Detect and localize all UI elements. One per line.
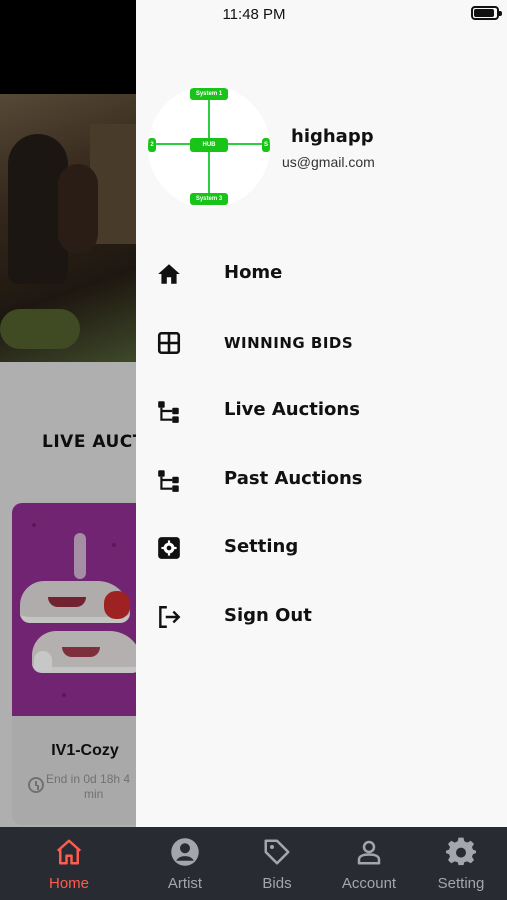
menu-item-label: Live Auctions — [224, 399, 360, 420]
nav-tab-label: Account — [341, 875, 397, 892]
menu-item-label: Sign Out — [224, 605, 312, 626]
home-icon — [158, 264, 180, 284]
gear-icon — [446, 837, 476, 866]
avatar-node-bottom: System 3 — [190, 193, 228, 205]
nav-tab-label: Home — [48, 875, 89, 892]
user-name: highapp — [291, 126, 374, 147]
menu-item-label: Home — [224, 262, 283, 283]
avatar-node-right: S — [262, 138, 270, 152]
tag-icon — [264, 839, 290, 865]
nav-tab-artist[interactable]: Artist — [139, 827, 231, 900]
nav-tab-label: Bids — [262, 875, 292, 892]
avatar-node-top: System 1 — [190, 88, 228, 100]
nav-tab-label: Setting — [437, 875, 485, 892]
status-bar-time: 11:48 PM — [222, 6, 286, 23]
nav-tab-label: Artist — [167, 875, 203, 892]
menu-item-label: Setting — [224, 536, 299, 557]
tree-icon — [158, 401, 179, 423]
nav-tab-account[interactable]: Account — [323, 827, 415, 900]
battery-icon — [471, 6, 502, 20]
user-email: us@gmail.com — [282, 154, 375, 170]
menu-item-label: WINNING BIDS — [224, 334, 354, 352]
avatar-node-hub: HUB — [190, 138, 228, 152]
menu-item-label: Past Auctions — [224, 468, 363, 489]
logout-icon — [159, 606, 181, 628]
bottom-navigation-bar: Home Artist Bids Account Setting — [0, 827, 507, 900]
menu-item-sign-out[interactable]: Sign Out — [136, 592, 507, 640]
menu-item-past-auctions[interactable]: Past Auctions — [136, 455, 507, 503]
menu-item-live-auctions[interactable]: Live Auctions — [136, 386, 507, 434]
home-icon — [56, 839, 82, 865]
grid-icon — [157, 331, 181, 355]
menu-item-winning-bids[interactable]: WINNING BIDS — [136, 318, 507, 366]
nav-tab-bids[interactable]: Bids — [231, 827, 323, 900]
avatar-node-left: 2 — [148, 138, 156, 152]
menu-item-setting[interactable]: Setting — [136, 523, 507, 571]
avatar[interactable]: System 1 HUB System 3 2 S — [148, 86, 270, 208]
account-icon — [357, 840, 381, 865]
menu-item-home[interactable]: Home — [136, 249, 507, 297]
person-circle-icon — [171, 838, 199, 866]
tree-icon — [158, 470, 179, 492]
nav-tab-setting[interactable]: Setting — [415, 827, 507, 900]
gear-icon — [158, 537, 180, 559]
nav-tab-home[interactable]: Home — [23, 827, 115, 900]
navigation-drawer: 11:48 PM System 1 HUB System 3 2 S higha… — [136, 0, 507, 827]
